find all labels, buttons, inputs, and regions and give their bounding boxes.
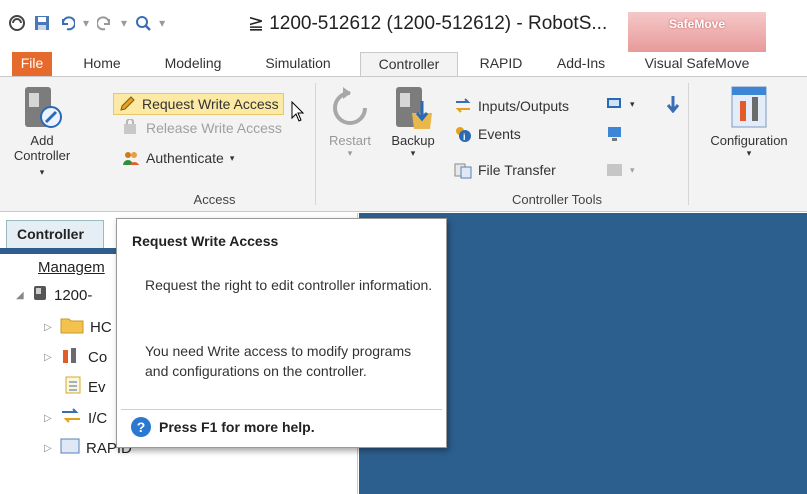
tree-item-io-system[interactable]: ▷ I/C <box>44 407 107 429</box>
configuration-icon <box>60 346 82 368</box>
display-icon <box>606 95 624 113</box>
svg-text:i: i <box>463 132 466 142</box>
sync-button[interactable] <box>664 93 682 115</box>
chevron-down-icon: ▾ <box>630 164 635 175</box>
users-icon <box>122 149 140 167</box>
release-icon <box>122 118 140 137</box>
collapsed-arrow-icon[interactable]: ▷ <box>44 413 54 424</box>
tab-visual-safemove[interactable]: Visual SafeMove <box>628 52 766 76</box>
event-log-icon <box>64 376 82 398</box>
help-icon: ? <box>131 417 151 437</box>
robot-logo-icon <box>8 14 26 32</box>
tree-item-home[interactable]: ▷ HC <box>44 316 112 338</box>
window-title: ≧ 1200-512612 (1200-512612) - RobotS... <box>248 13 608 34</box>
tooltip-divider <box>121 409 442 410</box>
safemove-context-tab: SafeMove <box>628 12 766 52</box>
ribbon-divider <box>315 83 316 205</box>
chevron-down-icon: ▾ <box>746 148 752 158</box>
authenticate-button[interactable]: Authenticate ▾ <box>122 147 234 169</box>
tab-simulation[interactable]: Simulation <box>252 52 344 76</box>
tooltip-note: You need Write access to modify programs… <box>145 343 412 379</box>
tree-item-controller[interactable]: ◢ 1200- <box>16 285 92 305</box>
file-transfer-button[interactable]: File Transfer <box>454 159 556 181</box>
rapid-icon <box>60 437 80 459</box>
inputs-outputs-icon <box>60 407 82 429</box>
controller-icon <box>19 83 65 133</box>
tab-rapid[interactable]: RAPID <box>470 52 532 76</box>
mouse-cursor-icon <box>291 100 305 126</box>
restart-icon <box>327 83 373 133</box>
add-controller-label-1: Add <box>30 133 54 148</box>
restart-button[interactable]: Restart ▾ <box>324 83 376 159</box>
file-transfer-icon <box>454 161 472 179</box>
sync-icon <box>664 95 682 114</box>
tab-home[interactable]: Home <box>72 52 132 76</box>
save-icon[interactable] <box>33 14 51 32</box>
zoom-dropdown-icon[interactable]: ▾ <box>159 16 165 30</box>
chevron-down-icon: ▾ <box>39 167 45 177</box>
tree-item-configuration[interactable]: ▷ Co <box>44 346 107 368</box>
pencil-icon <box>118 95 136 113</box>
tree-item-management[interactable]: Managem <box>38 259 105 276</box>
chevron-down-icon: ▾ <box>347 148 353 158</box>
grid-button[interactable]: ▾ <box>606 159 635 181</box>
title-bar: ▾ ▾ ▾ ≧ 1200-512612 (1200-512612) - Robo… <box>0 0 807 52</box>
controller-icon <box>32 285 48 305</box>
quick-access-toolbar: ▾ ▾ ▾ <box>8 14 165 32</box>
tab-file[interactable]: File <box>12 52 52 76</box>
undo-icon[interactable] <box>58 14 76 32</box>
tab-controller[interactable]: Controller <box>360 52 458 78</box>
inputs-outputs-button[interactable]: Inputs/Outputs <box>454 95 569 117</box>
events-icon: i <box>454 125 472 143</box>
tooltip-description: Request the right to edit controller inf… <box>145 277 433 293</box>
tooltip-title: Request Write Access <box>132 233 279 249</box>
group-label-access: Access <box>193 192 236 207</box>
chevron-down-icon: ▾ <box>630 98 635 109</box>
inputs-outputs-icon <box>454 97 472 115</box>
collapsed-arrow-icon[interactable]: ▷ <box>44 322 54 333</box>
tooltip-help: ? Press F1 for more help. <box>131 417 315 437</box>
tree-item-event-log[interactable]: Ev <box>64 376 106 398</box>
monitor-icon <box>606 125 624 143</box>
undo-dropdown-icon[interactable]: ▾ <box>83 16 89 30</box>
backup-button[interactable]: Backup ▾ <box>384 83 442 159</box>
add-controller-button[interactable]: Add Controller ▾ <box>12 83 72 178</box>
display-button[interactable]: ▾ <box>606 93 635 115</box>
release-write-access-button[interactable]: Release Write Access <box>122 117 282 139</box>
configuration-icon <box>726 83 772 133</box>
zoom-icon[interactable] <box>134 14 152 32</box>
tooltip-request-write-access: Request Write Access Request the right t… <box>116 218 447 448</box>
group-label-controller-tools: Controller Tools <box>511 192 603 207</box>
configuration-button[interactable]: Configuration ▾ <box>694 83 804 159</box>
events-button[interactable]: i Events <box>454 123 521 145</box>
collapsed-arrow-icon[interactable]: ▷ <box>44 443 54 454</box>
redo-dropdown-icon[interactable]: ▾ <box>121 16 127 30</box>
chevron-down-icon: ▾ <box>410 148 416 158</box>
ribbon-divider <box>688 83 689 205</box>
tab-modeling[interactable]: Modeling <box>148 52 238 76</box>
redo-icon[interactable] <box>96 14 114 32</box>
chevron-down-icon: ▾ <box>229 152 235 163</box>
monitor-button[interactable] <box>606 123 624 145</box>
tab-controller-browser[interactable]: Controller <box>6 220 104 248</box>
add-controller-label-2: Controller ▾ <box>13 148 71 177</box>
ribbon-tabs: File Home Modeling Simulation Controller… <box>0 52 807 78</box>
request-write-access-button[interactable]: Request Write Access <box>113 93 284 115</box>
grid-icon <box>606 161 624 179</box>
folder-icon <box>60 316 84 338</box>
expanded-arrow-icon[interactable]: ◢ <box>16 290 26 301</box>
collapsed-arrow-icon[interactable]: ▷ <box>44 352 54 363</box>
tab-add-ins[interactable]: Add-Ins <box>546 52 616 76</box>
ribbon: Add Controller ▾ Request Write Access Re… <box>0 76 807 212</box>
backup-icon <box>390 83 436 133</box>
